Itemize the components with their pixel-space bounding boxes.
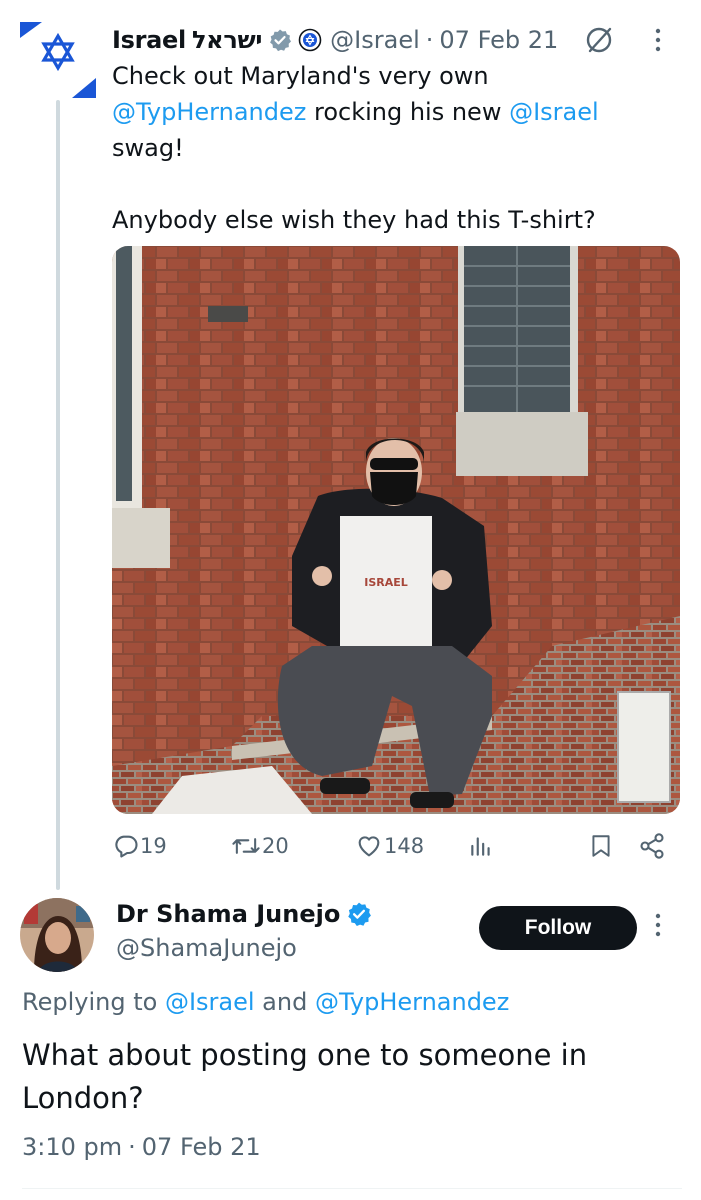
mention-israel[interactable]: @Israel xyxy=(509,98,599,126)
tweet-text-end: swag! xyxy=(112,134,184,162)
like-count: 148 xyxy=(384,834,425,858)
divider xyxy=(22,1188,682,1189)
tweet-text-line2: Anybody else wish they had this T-shirt? xyxy=(112,206,596,234)
like-action[interactable]: 148 xyxy=(354,826,424,866)
tweet-date[interactable]: 07 Feb 21 xyxy=(439,26,558,54)
replying-to: Replying to @Israel and @TypHernandez xyxy=(22,988,509,1016)
analytics-icon xyxy=(468,833,494,859)
retweet-count: 20 xyxy=(262,834,289,858)
views-action[interactable] xyxy=(468,826,494,866)
retweet-action[interactable]: 20 xyxy=(230,826,289,866)
more-vertical-icon[interactable] xyxy=(654,27,662,53)
replying-mention-israel[interactable]: @Israel xyxy=(165,988,255,1016)
reply-author-avatar[interactable] xyxy=(20,898,94,972)
replying-and: and xyxy=(254,988,315,1016)
tweet-header: Israel ישראל @Israel · 07 Feb 21 xyxy=(112,20,662,60)
reply-icon xyxy=(112,832,140,860)
grok-icon[interactable] xyxy=(584,25,614,55)
tweet-text: Check out Maryland's very own @TypHernan… xyxy=(112,58,682,238)
header-separator: · xyxy=(425,26,434,54)
government-seal-icon xyxy=(298,28,322,52)
israel-avatar[interactable] xyxy=(20,22,96,98)
tweet-action-bar: 19 20 148 xyxy=(112,826,672,866)
reply-time-separator: · xyxy=(128,1133,136,1161)
reply-time: 3:10 pm xyxy=(22,1133,123,1161)
svg-text:ISRAEL: ISRAEL xyxy=(364,576,408,589)
retweet-icon xyxy=(230,832,262,860)
verified-badge-icon xyxy=(346,901,372,927)
share-icon xyxy=(638,832,666,860)
author-handle[interactable]: @Israel xyxy=(330,26,420,54)
reply-date: 07 Feb 21 xyxy=(141,1133,261,1161)
reply-action[interactable]: 19 xyxy=(112,826,167,866)
tweet-text-mid: rocking his new xyxy=(306,98,510,126)
tweet-text-line1: Check out Maryland's very own xyxy=(112,62,489,90)
reply-author-name-row: Dr Shama Junejo xyxy=(116,900,372,928)
verified-badge-icon xyxy=(268,28,292,52)
reply-author-name[interactable]: Dr Shama Junejo xyxy=(116,900,340,928)
replying-prefix: Replying to xyxy=(22,988,165,1016)
heart-icon xyxy=(354,832,384,860)
thread-line xyxy=(56,100,60,890)
author-name[interactable]: Israel xyxy=(112,26,186,54)
reply-author-handle[interactable]: @ShamaJunejo xyxy=(116,934,297,962)
bookmark-icon xyxy=(588,832,614,860)
follow-button[interactable]: Follow xyxy=(479,906,637,950)
reply-text: What about posting one to someone in Lon… xyxy=(22,1038,588,1115)
reply-count: 19 xyxy=(140,834,167,858)
tweet-photo[interactable]: ISRAEL xyxy=(112,246,680,814)
author-name-hebrew[interactable]: ישראל xyxy=(192,26,263,54)
replying-mention-typhernandez[interactable]: @TypHernandez xyxy=(315,988,509,1016)
bookmark-action[interactable] xyxy=(588,826,614,866)
mention-typhernandez[interactable]: @TypHernandez xyxy=(112,98,306,126)
share-action[interactable] xyxy=(638,826,666,866)
more-vertical-icon[interactable] xyxy=(654,912,662,942)
reply-timestamp[interactable]: 3:10 pm · 07 Feb 21 xyxy=(22,1133,261,1161)
